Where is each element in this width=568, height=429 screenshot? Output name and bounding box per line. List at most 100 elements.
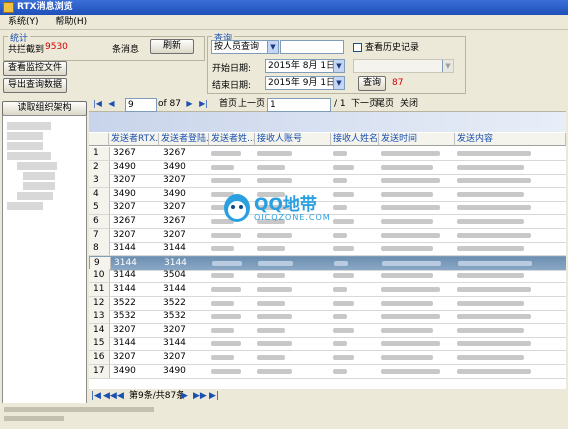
row-index: 16 — [93, 352, 105, 362]
row-index: 7 — [93, 229, 99, 240]
table-row[interactable]: 3 3207 3207 — [89, 174, 566, 189]
tree-node[interactable] — [7, 122, 51, 130]
cell-sender-rtx: 3207 — [113, 352, 136, 362]
cell-sender-login: 3267 — [163, 216, 186, 226]
end-date-picker[interactable]: 2015年 9月 1日 ▼ — [265, 76, 345, 90]
cell-sender-login: 3490 — [163, 161, 186, 172]
col-content[interactable]: 发送内容 — [455, 133, 566, 146]
chevron-down-icon: ▼ — [333, 77, 344, 89]
start-date-picker[interactable]: 2015年 8月 1日 ▼ — [265, 59, 345, 73]
redacted-cell — [212, 260, 242, 266]
checkbox-icon — [353, 43, 362, 52]
redacted-cell — [381, 368, 440, 374]
prev-record-icon[interactable]: ◀ — [107, 99, 116, 108]
tree-node[interactable] — [17, 192, 53, 200]
cell-sender-login: 3532 — [163, 311, 186, 322]
person-input[interactable] — [280, 40, 344, 54]
redacted-cell — [457, 219, 524, 224]
tree-node[interactable] — [7, 132, 43, 140]
table-row[interactable]: 17 3490 3490 — [89, 364, 566, 379]
col-sender-login[interactable]: 发送者登陆... — [159, 133, 209, 146]
table-row[interactable]: 1 3267 3267 — [89, 147, 566, 161]
cell-sender-login: 3207 — [163, 324, 186, 335]
table-row[interactable]: 15 3144 3144 — [89, 337, 566, 352]
redacted-cell — [257, 341, 292, 347]
table-row[interactable]: 2 3490 3490 — [89, 160, 566, 175]
query-button[interactable]: 查询 — [358, 76, 386, 91]
message-grid[interactable]: 发送者RTX... 发送者登陆... 发送者姓... 接收人账号 接收人姓名 发… — [89, 112, 566, 389]
record-input[interactable]: 9 — [125, 98, 157, 112]
menu-help[interactable]: 帮助(H) — [55, 17, 87, 27]
first-page-button[interactable]: 首页 — [219, 98, 237, 110]
unit-label: 条消息 — [112, 45, 140, 55]
menu-system[interactable]: 系统(Y) — [8, 17, 39, 27]
cell-sender-rtx: 3144 — [113, 270, 136, 281]
first-record-icon[interactable]: |◀ — [93, 99, 102, 108]
col-sender-rtx[interactable]: 发送者RTX... — [109, 133, 159, 146]
history-checkbox[interactable]: 查看历史记录 — [353, 40, 419, 53]
read-org-button[interactable]: 读取组织架构 — [2, 101, 87, 116]
record-status: |◀ ◀◀ ◀ 第9条/共87条 ▶ ▶▶ ▶| — [89, 390, 566, 402]
col-sender-name[interactable]: 发送者姓... — [209, 133, 255, 146]
query-mode-select[interactable]: 按人员查询 ▼ — [211, 40, 279, 54]
status-last-icon[interactable]: ▶| — [209, 390, 219, 402]
cell-sender-rtx: 3207 — [113, 175, 136, 186]
view-monitor-button[interactable]: 查看监控文件 — [3, 61, 67, 76]
row-index: 17 — [93, 365, 105, 376]
cell-sender-login: 3522 — [163, 297, 186, 308]
table-row[interactable]: 14 3207 3207 — [89, 323, 566, 338]
export-button[interactable]: 导出查询数据 — [3, 78, 67, 93]
redacted-cell — [258, 260, 293, 266]
history-select[interactable]: ▼ — [353, 59, 454, 73]
tree-node[interactable] — [23, 182, 55, 190]
row-index: 15 — [93, 338, 105, 349]
last-page-button[interactable]: 尾页 — [376, 98, 394, 110]
status-next-icon[interactable]: ▶ — [181, 390, 188, 402]
redacted-cell — [257, 314, 292, 320]
table-row[interactable]: 16 3207 3207 — [89, 351, 566, 365]
tree-node[interactable] — [7, 152, 51, 160]
table-row[interactable]: 10 3144 3504 — [89, 269, 566, 284]
table-row[interactable]: 12 3522 3522 — [89, 296, 566, 311]
next-page-button[interactable]: 下一页 — [351, 98, 378, 110]
row-index: 5 — [93, 202, 99, 213]
redacted-cell — [333, 178, 347, 184]
cell-sender-rtx: 3490 — [113, 188, 136, 199]
redacted-cell — [333, 300, 354, 306]
tree-node[interactable] — [7, 142, 43, 150]
table-row[interactable]: 11 3144 3144 — [89, 283, 566, 297]
redacted-cell — [457, 164, 524, 170]
last-record-icon[interactable]: ▶| — [199, 99, 208, 108]
status-first-icon[interactable]: |◀ — [91, 390, 101, 402]
tree-node[interactable] — [7, 202, 43, 210]
redacted-cell — [457, 341, 531, 347]
tree-node[interactable] — [23, 172, 55, 180]
redacted-cell — [257, 287, 292, 292]
redacted-cell — [211, 273, 234, 279]
page-field[interactable]: 1 — [267, 98, 331, 112]
org-tree[interactable] — [2, 115, 87, 405]
cell-sender-login: 3207 — [163, 229, 186, 240]
col-receiver-account[interactable]: 接收人账号 — [255, 133, 331, 146]
col-receiver-name[interactable]: 接收人姓名 — [331, 133, 379, 146]
cell-sender-rtx: 3207 — [113, 202, 136, 213]
table-row[interactable]: 13 3532 3532 — [89, 310, 566, 325]
header-row-indicator — [89, 133, 109, 146]
table-row[interactable]: 8 3144 3144 — [89, 242, 566, 257]
cell-sender-login: 3144 — [163, 338, 186, 349]
redacted-cell — [211, 151, 241, 156]
prev-page-button[interactable]: 上一页 — [238, 98, 265, 110]
col-send-time[interactable]: 发送时间 — [379, 133, 455, 146]
status-line — [4, 416, 64, 421]
next-record-icon[interactable]: ▶ — [185, 99, 194, 108]
status-prev-icon[interactable]: ◀ — [117, 390, 124, 402]
redacted-cell — [257, 300, 285, 306]
redacted-cell — [333, 164, 354, 170]
refresh-button[interactable]: 刷新 — [150, 39, 194, 54]
close-button[interactable]: 关闭 — [400, 98, 418, 110]
cell-sender-login: 3490 — [163, 188, 186, 199]
redacted-cell — [333, 273, 354, 279]
status-prev-page-icon[interactable]: ◀◀ — [103, 390, 117, 402]
status-next-page-icon[interactable]: ▶▶ — [193, 390, 207, 402]
tree-node[interactable] — [17, 162, 57, 170]
